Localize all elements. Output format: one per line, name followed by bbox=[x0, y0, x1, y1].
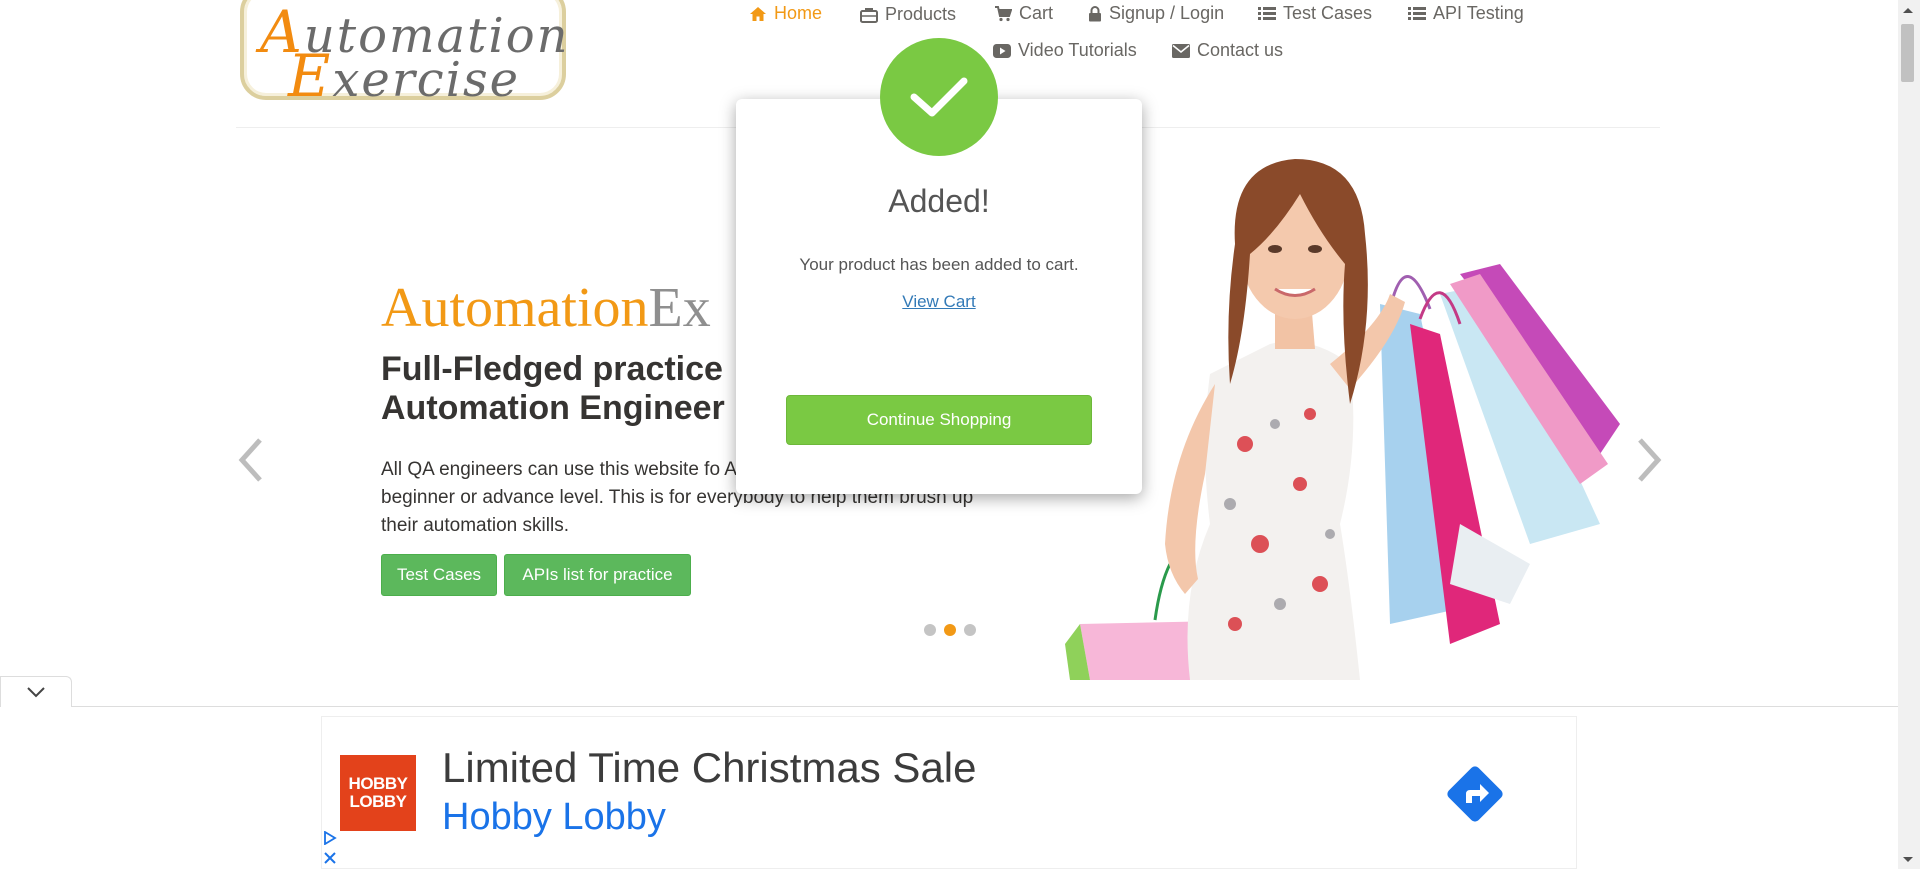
success-check-badge bbox=[880, 38, 998, 156]
nav-api-testing[interactable]: API Testing bbox=[1408, 3, 1524, 24]
lock-icon bbox=[1089, 5, 1101, 21]
nav-signup-login[interactable]: Signup / Login bbox=[1088, 3, 1224, 24]
directions-arrow-icon bbox=[1447, 766, 1503, 822]
home-icon bbox=[750, 6, 766, 21]
slider-prev-arrow[interactable] bbox=[236, 436, 264, 489]
nav-video-tutorials[interactable]: Video Tutorials bbox=[993, 40, 1137, 61]
ad-card[interactable] bbox=[321, 716, 1577, 869]
view-cart-link[interactable]: View Cart bbox=[736, 292, 1142, 312]
chevron-down-icon bbox=[27, 687, 45, 698]
nav-contact-us[interactable]: Contact us bbox=[1172, 40, 1283, 61]
slider-dot-3[interactable] bbox=[964, 624, 976, 636]
slider-dot-1[interactable] bbox=[924, 624, 936, 636]
nav-products[interactable]: Products bbox=[860, 4, 956, 25]
scroll-up-arrow[interactable] bbox=[1901, 2, 1915, 20]
youtube-play-icon bbox=[993, 43, 1011, 58]
slider-test-cases-button[interactable]: Test Cases bbox=[381, 554, 497, 596]
ad-collapse-toggle[interactable] bbox=[0, 676, 72, 707]
list-icon bbox=[1408, 7, 1426, 20]
chevron-left-icon bbox=[238, 438, 262, 482]
slider-indicators bbox=[924, 624, 976, 636]
nav-test-cases[interactable]: Test Cases bbox=[1258, 3, 1372, 24]
nav-cart[interactable]: Cart bbox=[994, 3, 1053, 24]
ad-choices-icon[interactable] bbox=[323, 830, 337, 850]
hero-shopping-woman-image bbox=[1065, 159, 1620, 680]
modal-message: Your product has been added to cart. bbox=[799, 255, 1079, 274]
checkmark-icon bbox=[910, 77, 968, 117]
cart-icon bbox=[995, 5, 1012, 21]
modal-title: Added! bbox=[888, 183, 990, 219]
ad-headline[interactable]: Limited Time Christmas Sale bbox=[442, 744, 977, 792]
ad-close-icon[interactable] bbox=[323, 851, 337, 869]
page-scrollbar[interactable] bbox=[1898, 0, 1920, 869]
nav-home[interactable]: Home bbox=[749, 3, 822, 24]
continue-shopping-button[interactable]: Continue Shopping bbox=[786, 395, 1092, 445]
scroll-down-arrow[interactable] bbox=[1901, 852, 1915, 869]
slider-dot-2[interactable] bbox=[944, 624, 956, 636]
briefcase-icon bbox=[860, 7, 878, 23]
hobby-lobby-logo: HOBBY LOBBY bbox=[340, 755, 416, 831]
slider-brand-heading: AutomationEx bbox=[381, 277, 711, 339]
scrollbar-thumb[interactable] bbox=[1901, 24, 1914, 82]
list-icon bbox=[1258, 7, 1276, 20]
ad-brand-link[interactable]: Hobby Lobby bbox=[442, 796, 666, 839]
ad-directions-button[interactable] bbox=[1444, 763, 1506, 830]
chevron-right-icon bbox=[1638, 438, 1662, 482]
triangle-down-icon bbox=[1903, 857, 1913, 862]
slider-next-arrow[interactable] bbox=[1636, 436, 1664, 489]
slider-tagline: Full-Fledged practice Automation Enginee… bbox=[381, 350, 725, 427]
slider-apis-list-button[interactable]: APIs list for practice bbox=[504, 554, 691, 596]
envelope-icon bbox=[1172, 43, 1190, 58]
triangle-up-icon bbox=[1903, 8, 1913, 13]
